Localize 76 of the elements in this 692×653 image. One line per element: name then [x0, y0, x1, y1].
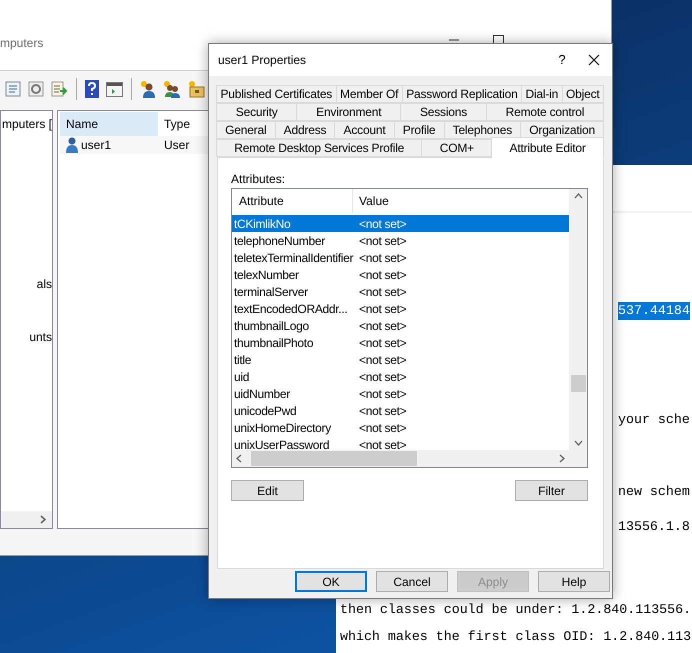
tab[interactable]: Security [216, 103, 298, 121]
tab[interactable]: General [216, 121, 276, 139]
dialog-button: Apply [457, 571, 529, 592]
tab[interactable]: Account [334, 121, 395, 139]
add-user-icon[interactable] [140, 80, 156, 98]
attribute-row[interactable]: unixUserPassword <not set> [232, 436, 569, 450]
help-icon[interactable] [85, 80, 99, 98]
text-line: your sche [618, 411, 690, 429]
tab[interactable]: Published Certificates [216, 85, 337, 103]
scrollbar[interactable] [1, 511, 52, 528]
chevron-left-icon[interactable] [236, 454, 242, 463]
tab[interactable]: Object [562, 85, 604, 103]
user-icon [66, 137, 78, 153]
dialog-title: user1 Properties [218, 52, 308, 69]
tree-item[interactable]: mputers [ [2, 115, 52, 133]
vertical-scrollbar[interactable] [569, 189, 587, 450]
tab[interactable]: Address [274, 121, 336, 139]
export-icon[interactable] [51, 81, 68, 97]
tree-item[interactable]: unts [29, 328, 52, 346]
tab[interactable]: Dial-in [521, 85, 563, 103]
attribute-row[interactable]: uidNumber <not set> [232, 385, 569, 402]
scroll-thumb[interactable] [570, 375, 586, 392]
attribute-row[interactable]: thumbnailPhoto <not set> [232, 334, 569, 351]
attribute-row[interactable]: tCKimlikNo <not set> [232, 215, 569, 232]
chevron-down-icon[interactable] [574, 440, 582, 446]
tab[interactable]: Remote control [486, 103, 604, 121]
dialog-button[interactable]: OK [295, 571, 367, 592]
tab[interactable]: Telephones [444, 121, 522, 139]
attribute-row[interactable]: thumbnailLogo <not set> [232, 317, 569, 334]
attribute-row[interactable]: unixHomeDirectory <not set> [232, 419, 569, 436]
section-label: Attributes: [231, 171, 286, 188]
attribute-row[interactable]: textEncodedORAddr... <not set> [232, 300, 569, 317]
tab[interactable]: Profile [394, 121, 445, 139]
tab[interactable]: Environment [296, 103, 402, 121]
close-icon[interactable] [588, 54, 600, 66]
list-cell[interactable]: user1 [81, 136, 112, 154]
add-folder-icon[interactable] [188, 80, 205, 98]
column-header[interactable]: Name [60, 112, 158, 136]
tab[interactable]: Sessions [400, 103, 487, 121]
scroll-thumb[interactable] [251, 451, 417, 466]
column-header[interactable]: Value [353, 189, 569, 213]
chevron-right-icon[interactable] [559, 454, 565, 463]
chevron-right-icon[interactable] [40, 515, 46, 524]
tab[interactable]: Member Of [336, 85, 403, 103]
tree-item[interactable]: als [36, 275, 52, 293]
dialog-button[interactable]: Help [538, 571, 610, 592]
attribute-row[interactable]: terminalServer <not set> [232, 283, 569, 300]
text-line: then classes could be under: 1.2.840.113556. [340, 601, 692, 619]
attribute-row[interactable]: unicodePwd <not set> [232, 402, 569, 419]
console-icon[interactable] [106, 82, 123, 96]
help-button[interactable]: ? [542, 50, 582, 70]
list-cell-text: User [163, 137, 190, 154]
attribute-row[interactable]: uid <not set> [232, 368, 569, 385]
chevron-up-icon[interactable] [574, 193, 582, 199]
toolbar-separator [75, 78, 78, 100]
add-group-icon[interactable] [163, 80, 181, 98]
tab[interactable]: Attribute Editor [491, 137, 604, 159]
text-line: which makes the first class OID: 1.2.840.113 [340, 628, 692, 646]
text-line: new schem [618, 483, 690, 501]
attribute-row[interactable]: title <not set> [232, 351, 569, 368]
text-line: 13556.1.8 [618, 518, 690, 536]
refresh-icon[interactable] [28, 81, 44, 97]
toolbar-separator [130, 78, 133, 100]
horizontal-scrollbar[interactable] [232, 450, 587, 467]
tab[interactable]: Remote Desktop Services Profile [216, 139, 422, 157]
attribute-row[interactable]: teletexTerminalIdentifier <not set> [232, 249, 569, 266]
list-icon[interactable] [5, 81, 21, 97]
column-header[interactable]: Attribute [232, 189, 353, 213]
attribute-row[interactable]: telephoneNumber <not set> [232, 232, 569, 249]
tab[interactable]: COM+ [421, 139, 492, 157]
dialog-button[interactable]: Cancel [376, 571, 448, 592]
filter-button[interactable]: Filter [515, 480, 588, 501]
edit-button[interactable]: Edit [231, 480, 304, 501]
tab[interactable]: Password Replication [402, 85, 522, 103]
attribute-row[interactable]: telexNumber <not set> [232, 266, 569, 283]
window-title: mputers [0, 35, 44, 52]
